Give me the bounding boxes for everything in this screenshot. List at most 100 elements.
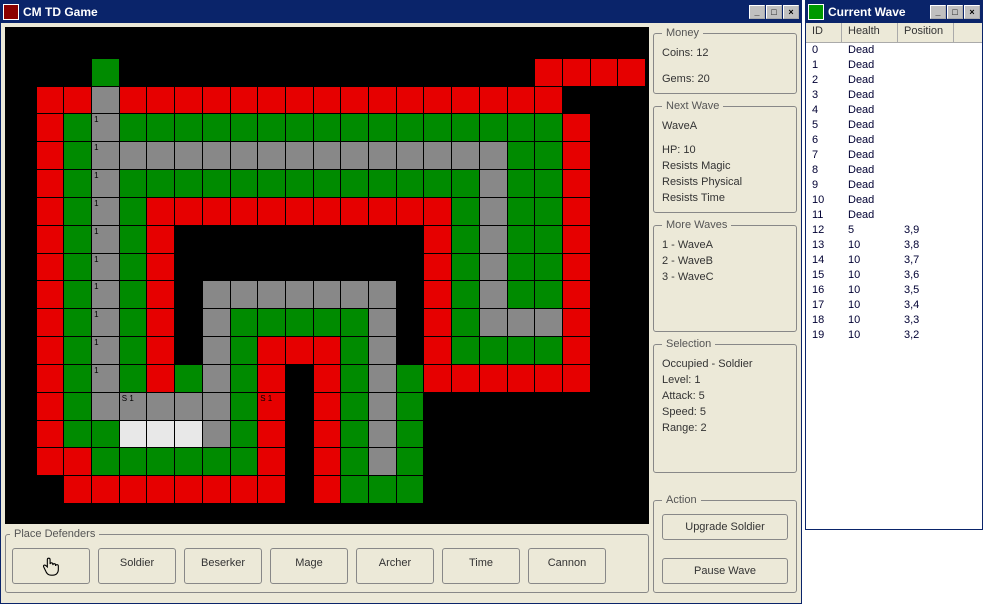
grid-cell[interactable] [286,254,313,281]
grid-cell[interactable] [286,31,313,58]
minimize-button[interactable]: _ [749,5,765,19]
grid-cell[interactable] [64,198,91,225]
grid-cell[interactable] [37,448,64,475]
game-grid[interactable]: 1111111111S 1S 1 [9,31,645,503]
grid-cell[interactable] [286,87,313,114]
grid-cell[interactable] [37,393,64,420]
grid-cell[interactable] [424,254,451,281]
grid-cell[interactable] [120,254,147,281]
grid-cell[interactable] [341,226,368,253]
grid-cell[interactable] [64,114,91,141]
grid-cell[interactable] [314,198,341,225]
grid-cell[interactable] [369,142,396,169]
grid-cell[interactable] [9,59,36,86]
grid-cell[interactable] [397,254,424,281]
grid-cell[interactable] [563,226,590,253]
grid-cell[interactable] [341,170,368,197]
grid-cell[interactable] [9,254,36,281]
grid-cell[interactable] [175,142,202,169]
grid-cell[interactable] [286,226,313,253]
grid-cell[interactable] [203,226,230,253]
wave-row[interactable]: 18103,3 [806,313,982,328]
close-button[interactable]: × [783,5,799,19]
grid-cell[interactable] [563,337,590,364]
grid-cell[interactable] [618,142,645,169]
grid-cell[interactable] [120,476,147,503]
grid-cell[interactable] [591,59,618,86]
grid-cell[interactable] [92,421,119,448]
grid-cell[interactable] [563,448,590,475]
grid-cell[interactable] [591,393,618,420]
grid-cell[interactable] [508,170,535,197]
grid-cell[interactable] [147,448,174,475]
grid-cell[interactable] [369,170,396,197]
grid-cell[interactable] [37,421,64,448]
grid-cell[interactable] [203,281,230,308]
grid-cell[interactable] [508,254,535,281]
grid-cell[interactable] [424,87,451,114]
grid-cell[interactable] [120,142,147,169]
grid-cell[interactable] [9,448,36,475]
grid-cell[interactable] [618,87,645,114]
grid-cell[interactable] [535,337,562,364]
grid-cell[interactable] [452,170,479,197]
grid-cell[interactable] [92,31,119,58]
grid-cell[interactable] [286,281,313,308]
grid-cell[interactable] [369,309,396,336]
grid-cell[interactable] [175,59,202,86]
grid-cell[interactable] [120,448,147,475]
wave-row[interactable]: 1253,9 [806,223,982,238]
grid-cell[interactable] [452,114,479,141]
grid-cell[interactable] [563,87,590,114]
grid-cell[interactable] [64,170,91,197]
grid-cell[interactable] [452,448,479,475]
grid-cell[interactable] [591,476,618,503]
defender-button-archer[interactable]: Archer [356,548,434,584]
grid-cell[interactable] [147,198,174,225]
maximize-button[interactable]: □ [766,5,782,19]
grid-cell[interactable] [508,226,535,253]
grid-cell[interactable] [147,226,174,253]
grid-cell[interactable] [203,142,230,169]
grid-cell[interactable] [341,448,368,475]
grid-cell[interactable] [314,337,341,364]
pointer-button[interactable] [12,548,90,584]
grid-cell[interactable] [175,254,202,281]
grid-cell[interactable] [203,476,230,503]
grid-cell[interactable] [175,309,202,336]
grid-cell[interactable]: S 1 [258,393,285,420]
grid-cell[interactable] [452,337,479,364]
grid-cell[interactable] [535,226,562,253]
grid-cell[interactable] [120,87,147,114]
grid-cell[interactable] [618,31,645,58]
grid-cell[interactable] [147,142,174,169]
grid-cell[interactable] [314,31,341,58]
grid-cell[interactable] [64,309,91,336]
grid-cell[interactable] [535,87,562,114]
grid-cell[interactable] [508,365,535,392]
grid-cell[interactable] [231,393,258,420]
grid-cell[interactable] [203,337,230,364]
grid-cell[interactable] [258,142,285,169]
grid-cell[interactable] [591,337,618,364]
grid-cell[interactable] [480,365,507,392]
grid-cell[interactable] [64,281,91,308]
grid-cell[interactable] [618,421,645,448]
grid-cell[interactable] [591,226,618,253]
grid-cell[interactable] [535,198,562,225]
grid-cell[interactable] [9,87,36,114]
grid-cell[interactable] [286,421,313,448]
grid-cell[interactable] [341,142,368,169]
grid-cell[interactable] [535,476,562,503]
grid-cell[interactable] [424,226,451,253]
grid-cell[interactable] [424,393,451,420]
grid-cell[interactable] [563,198,590,225]
grid-cell[interactable] [64,421,91,448]
grid-cell[interactable] [231,142,258,169]
grid-cell[interactable] [397,448,424,475]
grid-cell[interactable]: 1 [92,142,119,169]
wave-close-button[interactable]: × [964,5,980,19]
col-position[interactable]: Position [898,23,954,42]
grid-cell[interactable] [92,59,119,86]
grid-cell[interactable] [369,31,396,58]
